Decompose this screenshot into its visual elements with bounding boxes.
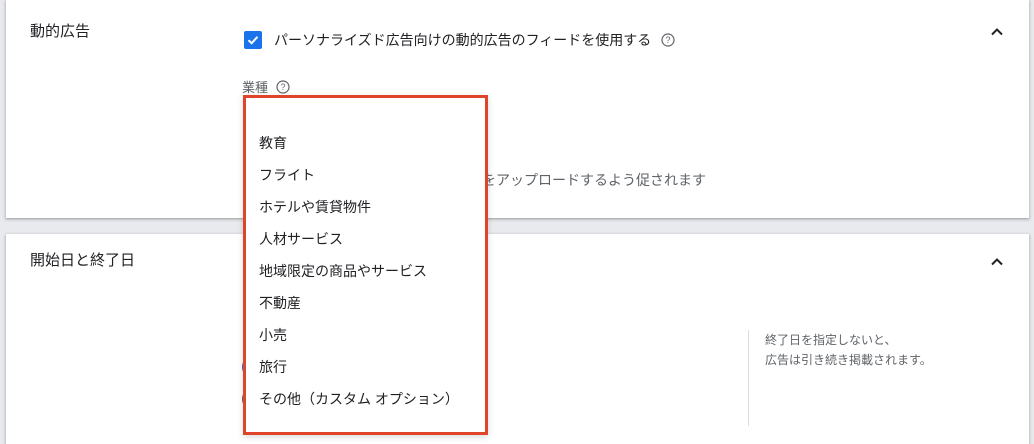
industry-option[interactable]: フライト bbox=[259, 165, 315, 185]
dates-title: 開始日と終了日 bbox=[30, 252, 136, 269]
dynamic-ads-title: 動的広告 bbox=[30, 23, 91, 40]
end-date-note-line2: 広告は引き続き掲載されます。 bbox=[765, 353, 932, 367]
dynamic-feed-checkbox[interactable] bbox=[244, 31, 262, 49]
help-icon[interactable]: ? bbox=[276, 79, 290, 94]
chevron-up-icon[interactable] bbox=[989, 254, 1005, 270]
end-date-note: 終了日を指定しないと、 広告は引き続き掲載されます。 bbox=[748, 330, 932, 426]
industry-option[interactable]: 不動産 bbox=[259, 293, 301, 313]
end-date-note-line1: 終了日を指定しないと、 bbox=[765, 333, 897, 347]
upload-feed-hint: ドをアップロードするよう促されます bbox=[468, 172, 706, 188]
industry-option[interactable]: 教育 bbox=[259, 133, 287, 153]
industry-dropdown-menu: 教育 フライト ホテルや賃貸物件 人材サービス 地域限定の商品やサービス 不動産… bbox=[243, 95, 488, 435]
svg-text:?: ? bbox=[666, 35, 671, 45]
industry-label-text: 業種 bbox=[242, 80, 269, 95]
dynamic-feed-label: パーソナライズド広告向けの動的広告のフィードを使用する bbox=[274, 32, 652, 48]
industry-option[interactable]: その他（カスタム オプション） bbox=[259, 389, 459, 409]
industry-option[interactable]: 小売 bbox=[259, 325, 287, 345]
industry-option[interactable]: 旅行 bbox=[259, 357, 287, 377]
chevron-up-icon[interactable] bbox=[989, 24, 1005, 40]
industry-option[interactable]: 地域限定の商品やサービス bbox=[259, 261, 427, 281]
help-icon[interactable]: ? bbox=[661, 33, 675, 47]
industry-field-label: 業種 ? bbox=[242, 77, 290, 96]
industry-option[interactable]: 人材サービス bbox=[259, 229, 343, 249]
industry-option[interactable]: ホテルや賃貸物件 bbox=[259, 197, 371, 217]
check-icon bbox=[247, 36, 259, 45]
dynamic-ads-card: 動的広告 パーソナライズド広告向けの動的広告のフィードを使用する ? 業種 ? … bbox=[6, 0, 1029, 218]
svg-text:?: ? bbox=[281, 82, 286, 92]
dates-card: 開始日と終了日 終了日を指定しないと、 広告は引き続き掲載されます。 bbox=[6, 234, 1029, 444]
dynamic-feed-row: パーソナライズド広告向けの動的広告のフィードを使用する ? bbox=[244, 30, 675, 50]
